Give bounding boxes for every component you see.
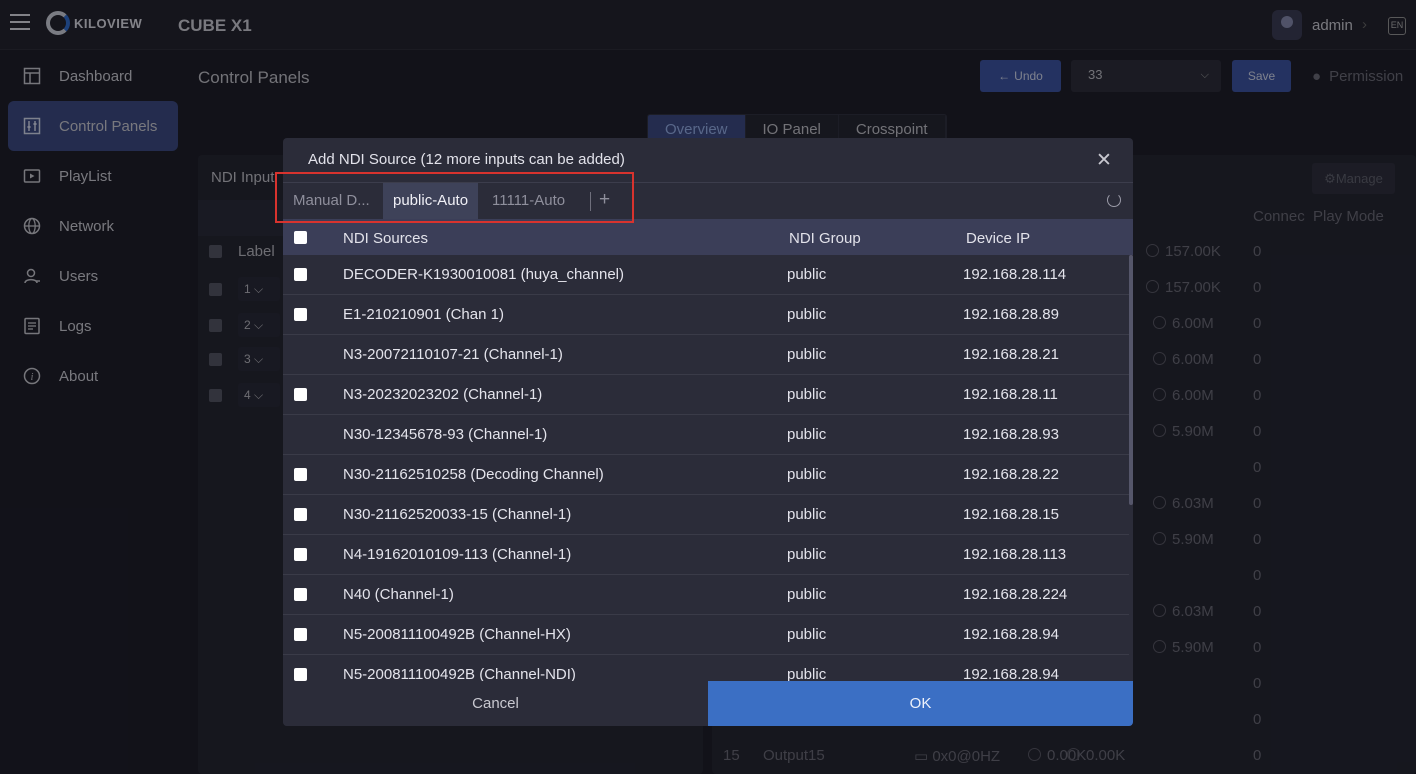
table-row[interactable]: N30-21162510258 (Decoding Channel) publi… [283,455,1129,495]
device-ip: 192.168.28.22 [963,466,1059,483]
table-scrollbar[interactable] [1129,255,1133,505]
row-checkbox[interactable] [294,628,307,641]
ndi-group: public [787,626,827,643]
ndi-source-name: N30-12345678-93 (Channel-1) [343,426,548,443]
device-ip: 192.168.28.94 [963,666,1059,681]
table-row[interactable]: N5-200811100492B (Channel-HX) public 192… [283,615,1129,655]
ndi-source-name: N30-21162510258 (Decoding Channel) [343,466,604,483]
ndi-source-name: N4-19162010109-113 (Channel-1) [343,546,572,563]
ndi-source-name: N5-200811100492B (Channel-NDI) [343,666,576,681]
table-row[interactable]: N4-19162010109-113 (Channel-1) public 19… [283,535,1129,575]
ndi-source-name: N30-21162520033-15 (Channel-1) [343,506,572,523]
table-row[interactable]: N30-21162520033-15 (Channel-1) public 19… [283,495,1129,535]
device-ip: 192.168.28.11 [963,386,1058,403]
dialog-footer: Cancel OK [283,681,1133,726]
ndi-source-name: DECODER-K1930010081 (huya_channel) [343,266,625,283]
select-all-checkbox[interactable] [294,231,307,244]
ndi-source-name: N40 (Channel-1) [343,586,454,603]
device-ip: 192.168.28.15 [963,506,1059,523]
ndi-sources-header: NDI Sources [343,230,429,247]
ndi-group: public [787,306,827,323]
highlight-annotation [275,172,634,223]
device-ip: 192.168.28.94 [963,626,1059,643]
row-checkbox[interactable] [294,548,307,561]
cancel-button[interactable]: Cancel [283,681,708,726]
ndi-source-name: N3-20232023202 (Channel-1) [343,386,543,403]
ndi-group-header: NDI Group [789,230,861,247]
row-checkbox[interactable] [294,308,307,321]
ndi-group: public [787,546,827,563]
sources-table-body: DECODER-K1930010081 (huya_channel) publi… [283,255,1129,681]
row-checkbox[interactable] [294,668,307,681]
row-checkbox[interactable] [294,388,307,401]
row-checkbox[interactable] [294,468,307,481]
close-icon[interactable]: ✕ [1096,149,1112,172]
device-ip: 192.168.28.224 [963,586,1068,603]
device-ip: 192.168.28.89 [963,306,1059,323]
device-ip: 192.168.28.21 [963,346,1059,363]
table-row[interactable]: N3-20232023202 (Channel-1) public 192.16… [283,375,1129,415]
table-row[interactable]: N5-200811100492B (Channel-NDI) public 19… [283,655,1129,681]
row-checkbox[interactable] [294,588,307,601]
ndi-source-name: N5-200811100492B (Channel-HX) [343,626,571,643]
ndi-group: public [787,346,827,363]
dialog-title: Add NDI Source (12 more inputs can be ad… [308,151,625,168]
device-ip: 192.168.28.114 [963,266,1067,283]
ndi-source-name: E1-210210901 (Chan 1) [343,306,504,323]
add-ndi-source-dialog: Add NDI Source (12 more inputs can be ad… [283,138,1133,726]
ndi-group: public [787,426,827,443]
table-row: N3-20072110107-21 (Channel-1) public 192… [283,335,1129,375]
ok-button[interactable]: OK [708,681,1133,726]
device-ip-header: Device IP [966,230,1031,247]
table-header: NDI Sources NDI Group Device IP [283,219,1133,255]
table-row[interactable]: N40 (Channel-1) public 192.168.28.224 [283,575,1129,615]
device-ip: 192.168.28.93 [963,426,1059,443]
table-row[interactable]: E1-210210901 (Chan 1) public 192.168.28.… [283,295,1129,335]
table-row: N30-12345678-93 (Channel-1) public 192.1… [283,415,1129,455]
ndi-group: public [787,586,827,603]
ndi-group: public [787,466,827,483]
ndi-group: public [787,666,827,681]
ndi-group: public [787,506,827,523]
row-checkbox[interactable] [294,508,307,521]
device-ip: 192.168.28.113 [963,546,1067,563]
refresh-icon[interactable] [1107,193,1121,207]
table-row[interactable]: DECODER-K1930010081 (huya_channel) publi… [283,255,1129,295]
ndi-group: public [787,386,827,403]
ndi-group: public [787,266,827,283]
row-checkbox[interactable] [294,268,307,281]
ndi-source-name: N3-20072110107-21 (Channel-1) [343,346,563,363]
